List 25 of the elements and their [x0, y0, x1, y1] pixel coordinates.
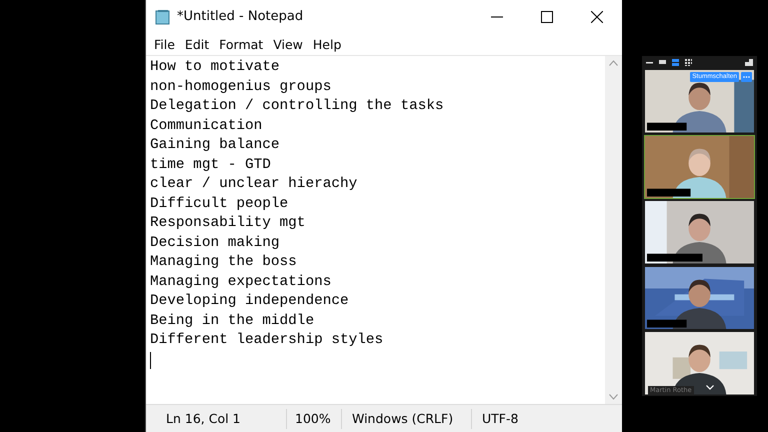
- text-line: Decision making: [150, 234, 280, 252]
- text-line: clear / unclear hierachy: [150, 175, 358, 194]
- text-line: How to motivate: [150, 58, 280, 77]
- text-line: time mgt - GTD: [150, 156, 271, 174]
- text-line: Managing expectations: [150, 272, 332, 292]
- status-text: Windows (CRLF): [341, 408, 471, 428]
- status-text: Ln 16, Col 1: [165, 410, 242, 428]
- text-line: Managing the boss: [150, 253, 297, 272]
- text-line: non-homogenius groups: [150, 78, 332, 96]
- menu-item[interactable]: View: [268, 36, 308, 52]
- text-line: Responsability mgt: [150, 214, 306, 233]
- status-text: UTF-8: [471, 408, 591, 428]
- text-line: Being in the middle: [150, 312, 314, 330]
- text-line: Different leadership styles: [150, 331, 384, 350]
- text-line: Gaining balance: [150, 136, 280, 155]
- text-line: Delegation / controlling the tasks: [150, 97, 444, 116]
- menu-item[interactable]: Edit: [180, 36, 214, 52]
- menu-item[interactable]: File: [149, 36, 180, 52]
- text-line: Difficult people: [150, 194, 288, 214]
- text-line: Developing independence: [150, 292, 349, 311]
- menu-item[interactable]: Format: [214, 36, 268, 52]
- status-text: 100%: [286, 408, 341, 428]
- window-title: *Untitled - Notepad: [177, 9, 304, 24]
- text-line: Communication: [150, 116, 262, 136]
- menu-item[interactable]: Help: [308, 36, 346, 52]
